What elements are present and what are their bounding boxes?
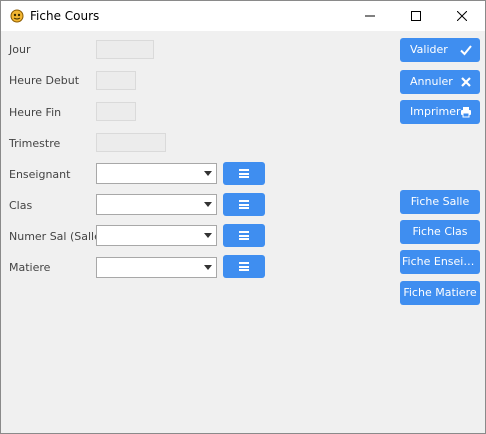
clas-label: Clas	[9, 199, 33, 212]
fiche-clas-button[interactable]: Fiche Clas	[400, 220, 480, 244]
enseignant-list-button[interactable]	[223, 162, 265, 185]
matiere-select[interactable]	[96, 257, 217, 278]
chevron-down-icon	[204, 171, 212, 176]
maximize-icon	[411, 11, 421, 21]
minimize-button[interactable]	[347, 1, 393, 31]
close-button[interactable]	[439, 1, 485, 31]
matiere-label: Matiere	[9, 261, 51, 274]
window-title: Fiche Cours	[30, 9, 100, 23]
chevron-down-icon	[204, 265, 212, 270]
fiche-enseignant-label: Fiche Enseig...	[402, 255, 480, 268]
numer-sal-list-button[interactable]	[223, 224, 265, 247]
heure-debut-field[interactable]	[96, 71, 136, 90]
printer-icon	[461, 107, 471, 118]
maximize-button[interactable]	[393, 1, 439, 31]
imprimer-button[interactable]: Imprimer	[400, 100, 480, 124]
enseignant-select[interactable]	[96, 163, 217, 184]
close-icon	[457, 11, 467, 21]
annuler-button[interactable]: Annuler	[400, 70, 480, 94]
title-bar[interactable]: Fiche Cours	[1, 1, 485, 31]
valider-label: Valider	[410, 43, 448, 56]
chevron-down-icon	[204, 233, 212, 238]
fiche-salle-button[interactable]: Fiche Salle	[400, 190, 480, 214]
chevron-down-icon	[204, 202, 212, 207]
matiere-list-button[interactable]	[223, 255, 265, 278]
jour-label: Jour	[9, 43, 31, 56]
trimestre-field[interactable]	[96, 133, 166, 152]
fiche-enseignant-button[interactable]: Fiche Enseig...	[400, 250, 480, 274]
heure-fin-label: Heure Fin	[9, 106, 62, 119]
trimestre-label: Trimestre	[9, 137, 61, 150]
clas-list-button[interactable]	[223, 193, 265, 216]
list-icon	[239, 169, 249, 178]
list-icon	[239, 231, 249, 240]
list-icon	[239, 262, 249, 271]
minimize-icon	[365, 15, 375, 17]
valider-button[interactable]: Valider	[400, 38, 480, 62]
numer-sal-label: Numer Sal (Salle)	[9, 230, 106, 243]
enseignant-label: Enseignant	[9, 168, 71, 181]
numer-sal-select[interactable]	[96, 225, 217, 246]
clas-select[interactable]	[96, 194, 217, 215]
app-icon	[10, 9, 24, 23]
annuler-label: Annuler	[410, 75, 453, 88]
fiche-salle-label: Fiche Salle	[410, 195, 470, 208]
fiche-cours-window: Fiche Cours Jour Heure Debut Heure Fin T…	[0, 0, 486, 434]
close-icon	[461, 77, 471, 87]
fiche-matiere-label: Fiche Matiere	[403, 286, 477, 299]
jour-field[interactable]	[96, 40, 154, 59]
heure-fin-field[interactable]	[96, 102, 136, 121]
imprimer-label: Imprimer	[410, 105, 461, 118]
check-icon	[460, 45, 472, 56]
fiche-clas-label: Fiche Clas	[412, 225, 468, 238]
list-icon	[239, 200, 249, 209]
heure-debut-label: Heure Debut	[9, 74, 80, 87]
fiche-matiere-button[interactable]: Fiche Matiere	[400, 281, 480, 305]
